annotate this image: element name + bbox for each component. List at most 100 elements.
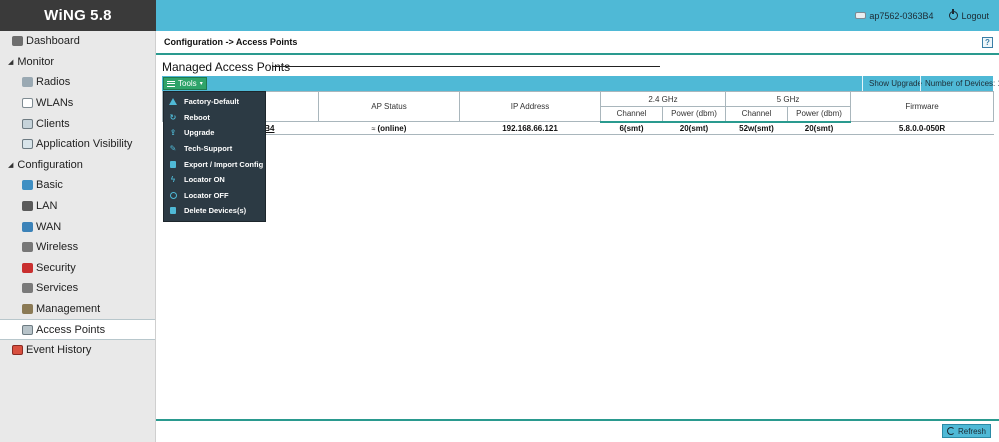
sidebar-item-label: Management: [36, 303, 101, 316]
menu-item-reboot[interactable]: ↻ Reboot: [164, 110, 265, 126]
sidebar-section-configuration[interactable]: ◢ Configuration: [0, 155, 155, 176]
column-header-channel-5[interactable]: Channel: [725, 106, 788, 123]
section-title: Managed Access Points: [162, 60, 291, 74]
sidebar-item-label: Services: [36, 282, 79, 295]
tools-button[interactable]: Tools ▾: [163, 77, 207, 90]
sidebar-item-wan[interactable]: WAN: [0, 216, 155, 237]
online-status-icon: ≈: [371, 125, 376, 133]
column-header-channel-24[interactable]: Channel: [600, 106, 663, 123]
caret-icon: ◢: [8, 58, 14, 66]
lan-icon: [22, 201, 33, 212]
event-history-icon: [12, 345, 23, 356]
logout-button[interactable]: Logout: [949, 9, 989, 21]
column-header-power-24[interactable]: Power (dbm): [662, 106, 726, 123]
ap-status-cell: ≈ (online): [318, 121, 460, 135]
sidebar-item-label: Application Visibility: [36, 138, 133, 151]
menu-item-locator-on[interactable]: ϟ Locator ON: [164, 172, 265, 188]
access-point-icon: [855, 12, 867, 19]
show-upgrade-button[interactable]: Show Upgrade: [862, 76, 928, 91]
table-row[interactable]: B4 ≈ (online) 192.168.66.121 6(smt) 20(sm…: [162, 121, 994, 135]
tools-label: Tools: [178, 79, 197, 88]
menu-item-locator-off[interactable]: Locator OFF: [164, 188, 265, 204]
main-content: Configuration -> Access Points ? Managed…: [156, 31, 999, 442]
device-count: Number of Devices: 1: [920, 76, 999, 91]
file-icon: [169, 160, 177, 168]
wireless-icon: [22, 242, 33, 253]
sidebar-item-basic[interactable]: Basic: [0, 175, 155, 196]
logout-icon: [949, 9, 959, 20]
sidebar-item-label: Configuration: [17, 158, 83, 171]
table-toolbar: Tools ▾ Show Upgrade Number of Devices: …: [162, 76, 999, 91]
sidebar-item-label: Monitor: [17, 55, 55, 68]
sidebar-item-label: LAN: [36, 200, 58, 213]
power-5-cell: 20(smt): [787, 121, 851, 135]
sidebar-item-label: Radios: [36, 76, 71, 89]
caret-icon: ◢: [8, 161, 14, 169]
sidebar-item-wlans[interactable]: WLANs: [0, 93, 155, 114]
menu-item-delete-devices[interactable]: Delete Devices(s): [164, 203, 265, 219]
menu-item-label: Reboot: [184, 112, 210, 122]
brand-version: 5.8: [90, 7, 112, 24]
locator-off-icon: [169, 191, 177, 199]
sidebar-item-label: Basic: [36, 179, 63, 192]
ap-status-text: (online): [377, 123, 407, 133]
warning-icon: [169, 98, 177, 106]
help-icon[interactable]: ?: [982, 37, 993, 48]
sidebar-item-security[interactable]: Security: [0, 258, 155, 279]
device-count-label: Number of Devices:: [925, 79, 996, 88]
sidebar-item-application-visibility[interactable]: Application Visibility: [0, 134, 155, 155]
sidebar-item-dashboard[interactable]: Dashboard: [0, 31, 155, 52]
power-24-cell: 20(smt): [662, 121, 726, 135]
wan-icon: [22, 221, 33, 232]
services-icon: [22, 283, 33, 294]
device-link[interactable]: ap7562-0363B4: [855, 11, 933, 21]
menu-item-upgrade[interactable]: ⇪ Upgrade: [164, 125, 265, 141]
menu-icon: [167, 80, 175, 87]
sidebar-item-label: Dashboard: [26, 35, 80, 48]
sidebar-item-label: WLANs: [36, 97, 74, 110]
wrench-icon: ✎: [169, 144, 177, 154]
menu-item-label: Delete Devices(s): [184, 206, 247, 216]
management-icon: [22, 304, 33, 315]
menu-item-label: Export / Import Config: [184, 159, 264, 169]
sidebar-item-services[interactable]: Services: [0, 278, 155, 299]
sidebar-item-lan[interactable]: LAN: [0, 196, 155, 217]
menu-item-tech-support[interactable]: ✎ Tech-Support: [164, 141, 265, 157]
sidebar-item-label: Access Points: [36, 323, 106, 336]
menu-item-label: Factory-Default: [184, 97, 240, 107]
column-header-firmware[interactable]: Firmware: [850, 91, 995, 122]
ip-address-cell: 192.168.66.121: [459, 121, 601, 135]
device-name: ap7562-0363B4: [869, 10, 934, 21]
sidebar-item-label: Wireless: [36, 241, 79, 254]
sidebar-item-clients[interactable]: Clients: [0, 113, 155, 134]
column-header-band-5ghz: 5 GHz: [724, 91, 852, 107]
bottom-divider: [156, 419, 999, 421]
sidebar-item-management[interactable]: Management: [0, 299, 155, 320]
dashboard-icon: [12, 36, 23, 47]
menu-item-factory-default[interactable]: Factory-Default: [164, 94, 265, 110]
sidebar-item-event-history[interactable]: Event History: [0, 340, 155, 361]
firmware-cell: 5.8.0.0-050R: [850, 121, 994, 135]
column-header-ap-status[interactable]: AP Status: [318, 91, 460, 122]
sidebar-section-monitor[interactable]: ◢ Monitor: [0, 52, 155, 73]
reboot-icon: ↻: [169, 112, 177, 122]
section-divider: [272, 66, 660, 67]
column-header-power-5[interactable]: Power (dbm): [786, 106, 852, 123]
sidebar-item-radios[interactable]: Radios: [0, 72, 155, 93]
sidebar-item-label: Clients: [36, 117, 70, 130]
breadcrumb: Configuration -> Access Points: [164, 37, 298, 47]
column-header-ip-address[interactable]: IP Address: [459, 91, 601, 122]
sidebar-item-label: Event History: [26, 344, 92, 357]
divider: [156, 53, 999, 55]
security-icon: [22, 262, 33, 273]
refresh-icon: [946, 427, 955, 435]
sidebar-item-access-points[interactable]: Access Points: [0, 319, 155, 340]
menu-item-label: Upgrade: [184, 128, 215, 138]
sidebar-item-wireless[interactable]: Wireless: [0, 237, 155, 258]
radio-icon: [22, 77, 33, 88]
top-bar: WiNG 5.8 ap7562-0363B4 Logout: [0, 0, 999, 31]
logout-label: Logout: [961, 10, 989, 21]
menu-item-export-import-config[interactable]: Export / Import Config: [164, 156, 265, 172]
refresh-button[interactable]: Refresh: [941, 424, 991, 438]
trash-icon: [169, 207, 177, 215]
